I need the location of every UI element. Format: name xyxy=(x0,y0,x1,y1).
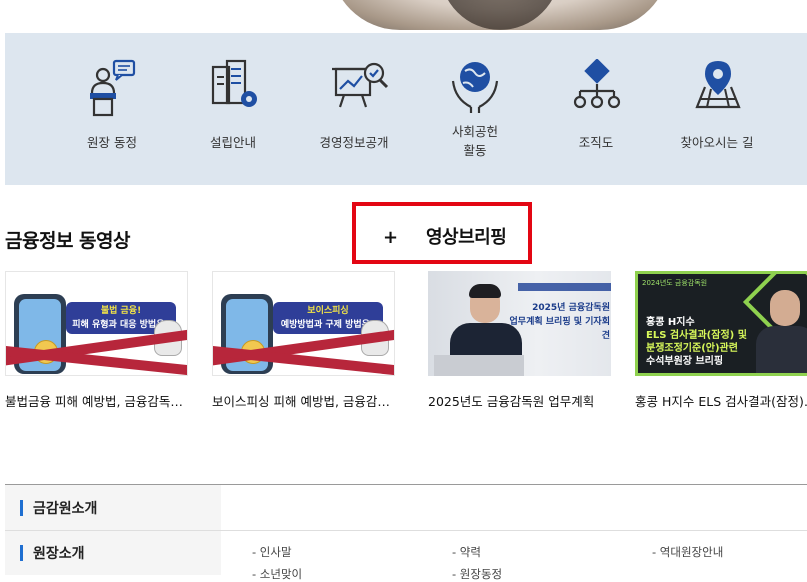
building-gear-icon xyxy=(211,59,257,107)
plus-icon: + xyxy=(383,227,399,248)
video-thumbnail: 보이스피싱 예방방법과 구제 방법은? xyxy=(212,271,395,376)
sitemap-link-past-directors[interactable]: - 역대원장안내 xyxy=(652,544,723,560)
briefing-label: 영상브리핑 xyxy=(426,227,507,248)
sitemap-section-director[interactable]: 원장소개 xyxy=(5,530,221,574)
quick-item-director-news[interactable]: 원장 동정 xyxy=(52,33,172,185)
speaker-podium-icon xyxy=(90,59,136,117)
sitemap-link-greeting[interactable]: - 인사말 xyxy=(252,544,292,560)
quick-label: 원장 동정 xyxy=(87,135,137,150)
quick-label: 사회공헌 활동 xyxy=(451,124,498,158)
quick-item-org-chart[interactable]: 조직도 xyxy=(536,33,656,185)
sitemap-section-about[interactable]: 금감원소개 xyxy=(5,485,221,529)
section-title-videos: 금융정보 동영상 xyxy=(5,230,130,252)
sitemap-link-row2-2[interactable]: - 원장동정 xyxy=(452,566,502,582)
video-caption[interactable]: 불법금융 피해 예방법, 금융감독원이 알려드립니다 xyxy=(5,391,188,410)
quick-label: 찾아오시는 길 xyxy=(680,135,754,150)
quick-label: 조직도 xyxy=(578,135,614,150)
video-card[interactable]: 불법 금융! 피해 유형과 대응 방법은? 불법금융 피해 예방법, 금융감독원이… xyxy=(5,271,188,409)
org-chart-icon xyxy=(573,59,621,109)
video-briefing-link[interactable]: + 영상브리핑 xyxy=(352,202,532,264)
quick-item-directions[interactable]: 찾아오시는 길 xyxy=(657,33,777,185)
video-card[interactable]: 2024년도 금융감독원 홍콩 H지수 ELS 검사결과(잠정) 및 분쟁조정기… xyxy=(635,271,807,409)
quick-label: 경영정보공개 xyxy=(319,135,389,150)
quick-item-social-contribution[interactable]: 사회공헌 활동 xyxy=(415,33,535,185)
video-caption[interactable]: 2025년도 금융감독원 업무계획 xyxy=(428,391,611,410)
video-card[interactable]: 보이스피싱예방방법과 구제 방법은? 보이스피싱 피해 예방법, 금융감독원이 … xyxy=(212,271,395,409)
video-caption[interactable]: 홍콩 H지수 ELS 검사결과(잠정) 및 분쟁조정기준(안) 관련 수석부원장… xyxy=(635,391,807,410)
video-thumbnail: 2024년도 금융감독원 홍콩 H지수 ELS 검사결과(잠정) 및 분쟁조정기… xyxy=(635,271,807,376)
quick-menu: 원장 동정 설립안내 경영정보공개 사회공헌 활동 조직도 찾아오시는 길 xyxy=(5,33,807,185)
sitemap-link-profile[interactable]: - 약력 xyxy=(452,544,481,560)
map-pin-icon xyxy=(695,61,741,109)
video-card[interactable]: 2025년 금융감독원 업무계획 브리핑 및 기자회견 2025년도 금융감독원 … xyxy=(428,271,611,409)
video-thumbnail: 불법 금융! 피해 유형과 대응 방법은? xyxy=(5,271,188,376)
presentation-magnifier-icon xyxy=(332,62,389,108)
video-thumbnail: 2025년 금융감독원 업무계획 브리핑 및 기자회견 xyxy=(428,271,611,376)
quick-item-establishment[interactable]: 설립안내 xyxy=(173,33,293,185)
sitemap-link-row2-1[interactable]: - 소년맞이 xyxy=(252,566,302,582)
quick-item-management-info[interactable]: 경영정보공개 xyxy=(294,33,414,185)
video-caption[interactable]: 보이스피싱 피해 예방법, 금융감독원이 알려드립니다 xyxy=(212,391,395,410)
globe-banner-image xyxy=(330,0,670,30)
quick-label: 설립안내 xyxy=(209,135,256,150)
globe-hands-icon xyxy=(451,62,499,113)
